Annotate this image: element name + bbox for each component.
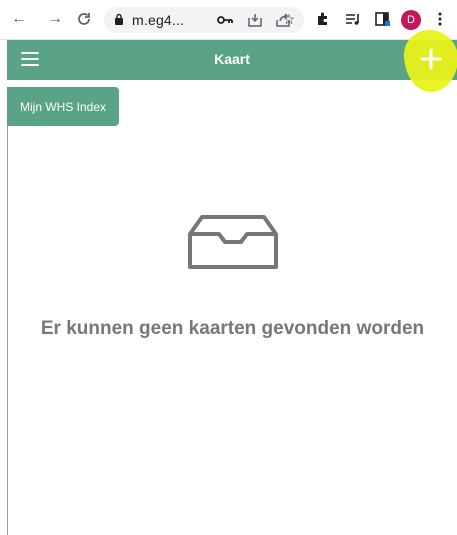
- app-bar: Kaart: [7, 40, 457, 80]
- profile-avatar[interactable]: D: [401, 10, 421, 30]
- address-bar[interactable]: m.eg4...: [104, 7, 304, 33]
- page-title: Kaart: [214, 51, 250, 67]
- avatar-letter: D: [407, 14, 415, 26]
- reading-list-icon[interactable]: [343, 9, 363, 29]
- browser-toolbar: ← → m.eg4... ☆ D: [0, 0, 457, 40]
- whs-index-label: Mijn WHS Index: [19, 99, 107, 114]
- add-plus-icon[interactable]: [419, 47, 443, 71]
- back-icon[interactable]: ←: [8, 8, 30, 30]
- forward-icon[interactable]: →: [44, 8, 66, 30]
- lock-icon: [115, 13, 123, 25]
- reload-icon[interactable]: [73, 8, 95, 30]
- empty-inbox-icon: [188, 215, 278, 269]
- whs-index-button[interactable]: Mijn WHS Index: [7, 87, 119, 126]
- bookmark-star-icon[interactable]: ☆: [279, 9, 299, 29]
- install-icon[interactable]: [246, 11, 264, 29]
- empty-state-message: Er kunnen geen kaarten gevonden worden: [40, 318, 425, 339]
- menu-dots-icon[interactable]: [430, 9, 450, 29]
- side-panel-icon[interactable]: [372, 9, 392, 29]
- extensions-icon[interactable]: [313, 9, 333, 29]
- url-text[interactable]: m.eg4...: [132, 12, 184, 28]
- key-icon[interactable]: [216, 11, 234, 29]
